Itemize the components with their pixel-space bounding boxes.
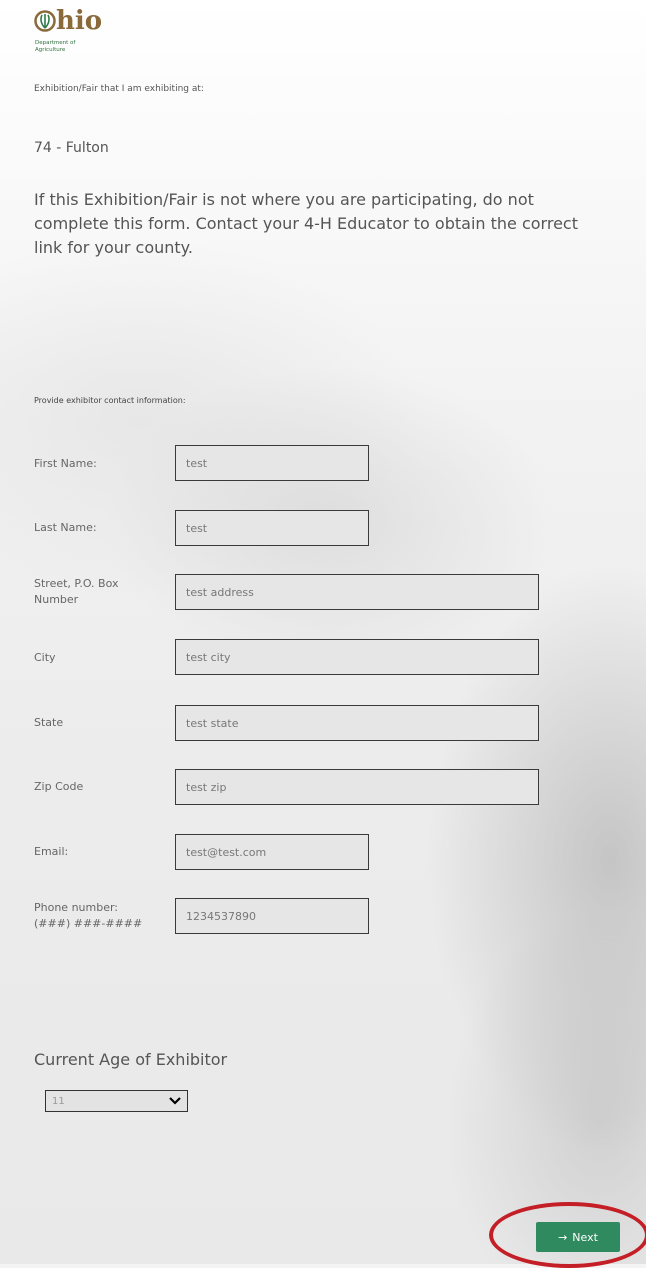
email-field[interactable] — [175, 834, 369, 870]
phone-field[interactable] — [175, 898, 369, 934]
last-name-field[interactable] — [175, 510, 369, 546]
zip-label: Zip Code — [34, 780, 84, 793]
phone-label: Phone number: (###) ###-#### — [34, 900, 142, 932]
contact-section-label: Provide exhibitor contact information: — [34, 396, 186, 405]
state-field[interactable] — [175, 705, 539, 741]
age-heading: Current Age of Exhibitor — [34, 1050, 228, 1069]
city-field[interactable] — [175, 639, 539, 675]
first-name-field[interactable] — [175, 445, 369, 481]
last-name-label: Last Name: — [34, 521, 97, 534]
street-label-line1: Street, P.O. Box — [34, 577, 119, 590]
logo-subtitle: Department of Agriculture — [35, 40, 95, 54]
street-label: Street, P.O. Box Number — [34, 576, 119, 608]
age-selected-value: 11 — [52, 1095, 65, 1107]
zip-code-field[interactable] — [175, 769, 539, 805]
phone-format-hint: (###) ###-#### — [34, 917, 143, 930]
email-label: Email: — [34, 845, 69, 858]
ohio-leaf-icon — [34, 10, 56, 32]
logo-word-text: hio — [56, 6, 103, 36]
logo-subtitle-line1: Department of — [35, 40, 76, 46]
state-label: State — [34, 716, 64, 729]
chevron-down-icon — [169, 1094, 181, 1108]
age-select[interactable]: 11 — [45, 1090, 188, 1112]
ohio-agriculture-logo: hio Department of Agriculture — [34, 6, 144, 66]
logo-wordmark: hio — [34, 6, 102, 36]
city-label: City — [34, 651, 56, 664]
exhibition-prompt: Exhibition/Fair that I am exhibiting at: — [34, 84, 204, 94]
street-address-field[interactable] — [175, 574, 539, 610]
logo-subtitle-line2: Agriculture — [35, 47, 66, 53]
phone-label-line1: Phone number: — [34, 901, 119, 914]
first-name-label: First Name: — [34, 457, 97, 470]
street-label-line2: Number — [34, 593, 79, 606]
red-highlight-circle — [489, 1202, 646, 1268]
eligibility-notice: If this Exhibition/Fair is not where you… — [34, 190, 578, 257]
form-page: hio Department of Agriculture Exhibition… — [0, 0, 646, 1268]
fair-name: 74 - Fulton — [34, 140, 109, 156]
